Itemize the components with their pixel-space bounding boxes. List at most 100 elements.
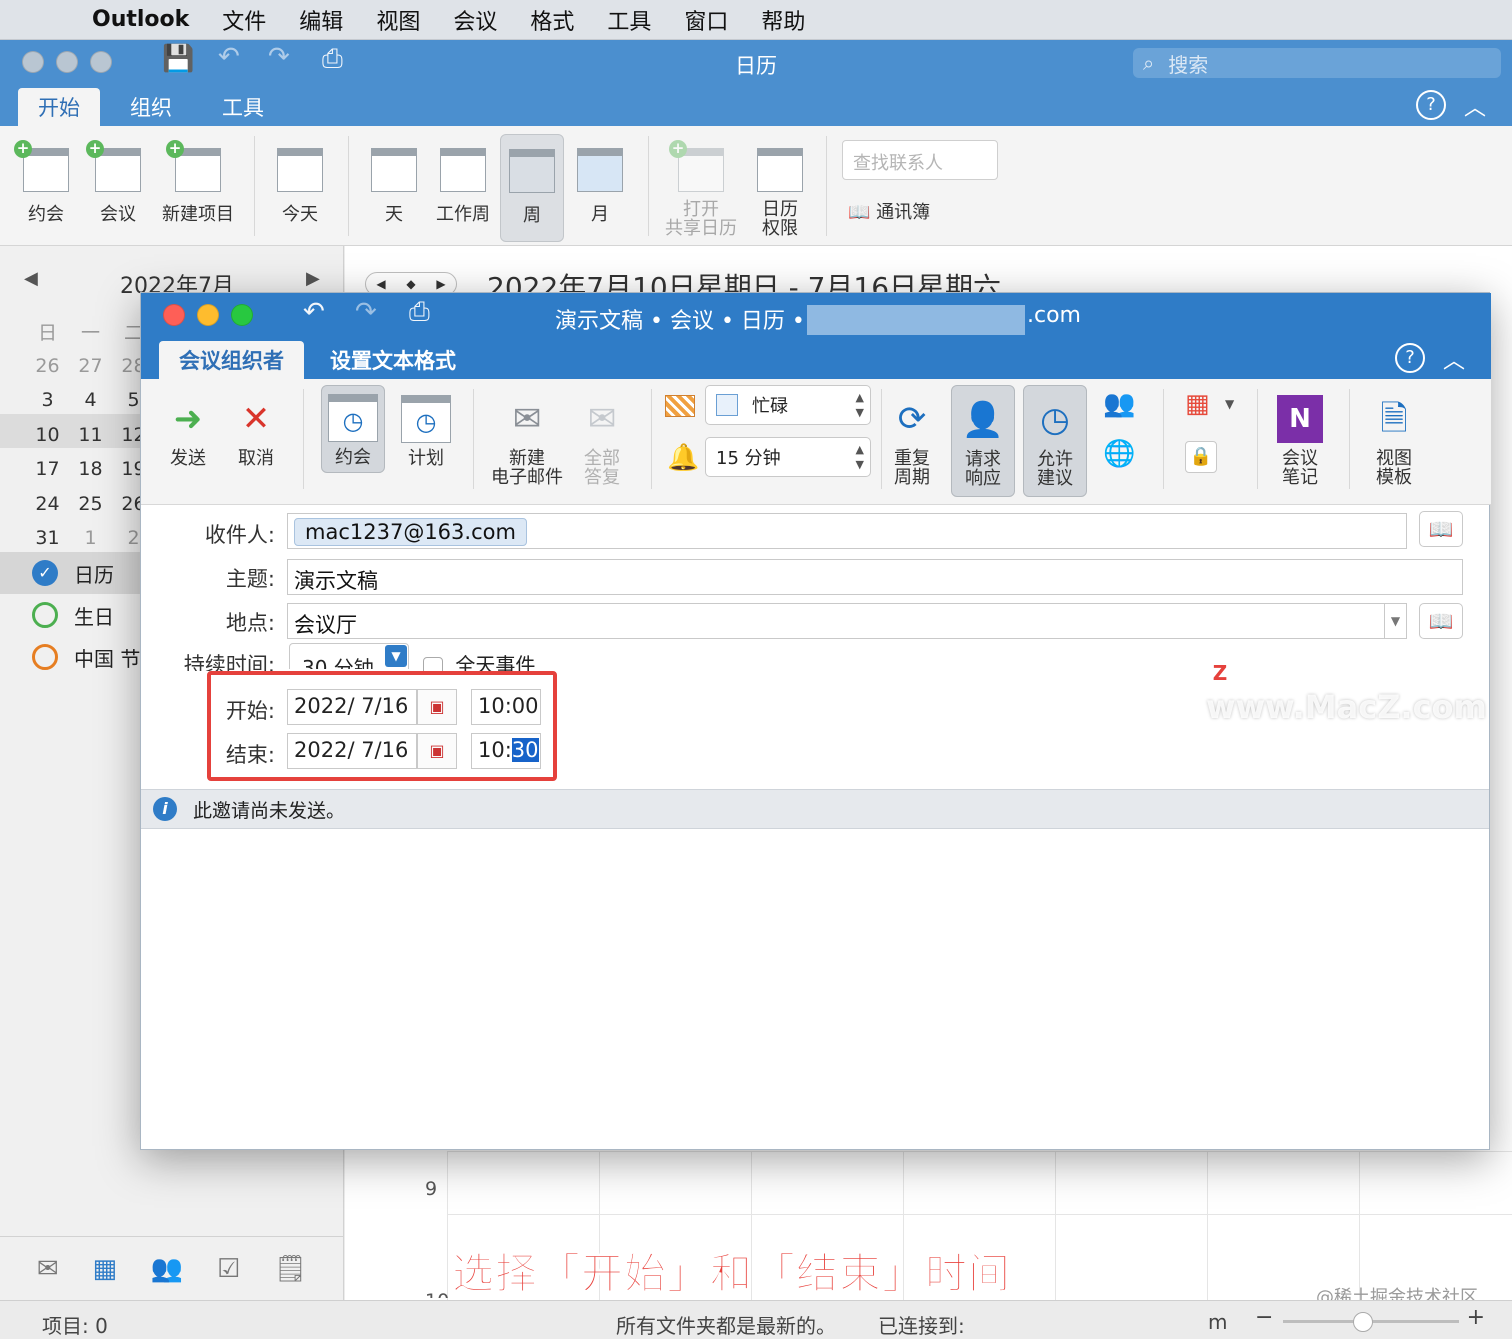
- next-month-icon[interactable]: ▶: [306, 268, 320, 289]
- mini-calendar-day[interactable]: 11: [69, 424, 112, 446]
- mini-calendar-day[interactable]: 25: [69, 493, 112, 515]
- all-day-checkbox[interactable]: [423, 656, 443, 671]
- new-meeting-button[interactable]: + 会议: [86, 140, 146, 226]
- location-field[interactable]: 会议厅 ▼: [287, 603, 1407, 639]
- collapse-ribbon-icon[interactable]: ︿: [1443, 343, 1465, 375]
- mini-calendar-day[interactable]: 10: [26, 424, 69, 446]
- schedule-button[interactable]: ◷ 计划: [397, 395, 455, 468]
- previous-week-icon[interactable]: ◀: [376, 277, 385, 291]
- private-lock-icon[interactable]: 🔒: [1185, 441, 1217, 473]
- help-icon[interactable]: ?: [1395, 343, 1425, 373]
- to-field[interactable]: mac1237@163.com: [287, 513, 1407, 549]
- stepper-icon[interactable]: ▲ ▼: [856, 442, 864, 472]
- zoom-slider[interactable]: − +: [1255, 1305, 1485, 1333]
- meeting-notes-button[interactable]: N 会议 笔记: [1271, 395, 1329, 487]
- notes-icon[interactable]: 🗒: [274, 1254, 307, 1284]
- undo-icon[interactable]: ↶: [303, 297, 325, 327]
- mini-calendar-day[interactable]: 1: [69, 527, 112, 549]
- menu-window[interactable]: 窗口: [684, 4, 728, 36]
- month-view-button[interactable]: 月: [572, 148, 628, 226]
- tab-tools[interactable]: 工具: [202, 88, 284, 126]
- send-button[interactable]: ➜ 发送: [159, 395, 217, 468]
- reminder-select[interactable]: 15 分钟 ▲ ▼: [705, 437, 871, 477]
- mini-calendar-day[interactable]: 27: [69, 355, 112, 377]
- menu-meeting[interactable]: 会议: [453, 4, 497, 36]
- mini-calendar-day[interactable]: 24: [26, 493, 69, 515]
- menu-file[interactable]: 文件: [222, 4, 266, 36]
- show-as-select[interactable]: 忙碌 ▲ ▼: [705, 385, 871, 425]
- zoom-in-icon[interactable]: +: [1467, 1305, 1485, 1330]
- menu-app-name[interactable]: Outlook: [92, 7, 189, 32]
- work-week-view-button[interactable]: 工作周: [430, 148, 496, 226]
- new-email-button[interactable]: ✉ 新建 电子邮件: [487, 395, 567, 487]
- mini-calendar-day[interactable]: 3: [26, 389, 69, 411]
- minimize-dialog-button[interactable]: [197, 304, 219, 326]
- calendar-icon[interactable]: ▦: [92, 1254, 117, 1284]
- zoom-dialog-button[interactable]: [231, 304, 253, 326]
- close-dialog-button[interactable]: [163, 304, 185, 326]
- reply-all-button[interactable]: ✉ 全部 答复: [573, 395, 631, 487]
- next-week-icon[interactable]: ▶: [436, 277, 445, 291]
- menu-tools[interactable]: 工具: [607, 4, 651, 36]
- mail-icon[interactable]: ✉: [37, 1254, 59, 1284]
- tasks-icon[interactable]: ☑: [217, 1254, 240, 1284]
- mini-calendar-day[interactable]: 31: [26, 527, 69, 549]
- allow-new-time-proposals-button[interactable]: ◷ 允许 建议: [1023, 385, 1087, 497]
- cancel-meeting-button[interactable]: ✕ 取消: [227, 395, 285, 468]
- mini-calendar-day[interactable]: 18: [69, 458, 112, 480]
- tab-organize[interactable]: 组织: [110, 88, 192, 126]
- recipient-token[interactable]: mac1237@163.com: [294, 518, 527, 546]
- mini-calendar-weeks: 26 27 28 3 4 5 10 11 12 17 18 19 24 25 26 31 1 2: [26, 349, 155, 556]
- today-dot-icon[interactable]: ◆: [406, 277, 415, 291]
- search-box[interactable]: ⌕ 搜索: [1133, 48, 1501, 78]
- menu-format[interactable]: 格式: [530, 4, 574, 36]
- find-contact-input[interactable]: 查找联系人: [842, 140, 998, 180]
- checkmark-icon[interactable]: ✓: [32, 560, 58, 586]
- recurrence-button[interactable]: ⟳ 重复 周期: [883, 395, 941, 487]
- help-icon[interactable]: ?: [1416, 90, 1446, 120]
- calendar-checkbox-icon[interactable]: [32, 644, 58, 670]
- new-appointment-button[interactable]: + 约会: [14, 140, 74, 226]
- tab-format-text[interactable]: 设置文本格式: [310, 341, 476, 379]
- tab-meeting-organizer[interactable]: 会议组织者: [159, 341, 304, 379]
- attendee-check-icon[interactable]: 👥: [1103, 389, 1135, 419]
- zoom-knob[interactable]: [1353, 1312, 1373, 1332]
- chevron-down-icon[interactable]: ▼: [385, 645, 407, 667]
- message-body[interactable]: [141, 829, 1489, 1149]
- open-shared-calendar-button[interactable]: + 打开 共享日历: [660, 140, 742, 239]
- calendar-checkbox-icon[interactable]: [32, 602, 58, 628]
- room-finder-icon[interactable]: 📖: [1419, 603, 1463, 639]
- redo-icon[interactable]: ↷: [355, 297, 377, 327]
- all-day-event[interactable]: 全天事件: [423, 649, 535, 671]
- print-icon[interactable]: ⎙: [409, 297, 430, 328]
- categorize-icon[interactable]: ▦: [1185, 389, 1210, 419]
- time-zone-icon[interactable]: 🌐: [1103, 439, 1135, 469]
- chevron-down-icon[interactable]: ▼: [1384, 604, 1406, 638]
- week-view-button[interactable]: 周: [500, 134, 564, 242]
- request-responses-button[interactable]: 👤 请求 响应: [951, 385, 1015, 497]
- day-view-button[interactable]: 天: [366, 148, 422, 226]
- previous-month-icon[interactable]: ◀: [24, 268, 38, 289]
- dialog-window-controls: [163, 304, 253, 326]
- calendar-permissions-button[interactable]: 日历 权限: [752, 148, 808, 238]
- menu-help[interactable]: 帮助: [761, 4, 805, 36]
- address-book-button[interactable]: 📖 通讯簿: [848, 198, 958, 224]
- menu-view[interactable]: 视图: [376, 4, 420, 36]
- menu-edit[interactable]: 编辑: [299, 4, 343, 36]
- tab-home[interactable]: 开始: [18, 88, 100, 126]
- new-item-button[interactable]: + 新建项目: [158, 140, 238, 226]
- address-book-icon[interactable]: 📖: [1419, 511, 1463, 547]
- collapse-ribbon-icon[interactable]: ︿: [1464, 90, 1486, 122]
- mini-calendar-day[interactable]: 26: [26, 355, 69, 377]
- mini-calendar-day[interactable]: 17: [26, 458, 69, 480]
- stepper-icon[interactable]: ▲ ▼: [856, 390, 864, 420]
- chevron-down-icon[interactable]: ▼: [1225, 397, 1234, 411]
- subject-field[interactable]: 演示文稿: [287, 559, 1463, 595]
- today-button[interactable]: 今天: [272, 148, 328, 226]
- view-templates-button[interactable]: 🗎 视图 模板: [1365, 395, 1423, 487]
- appointment-button[interactable]: ◷ 约会: [321, 385, 385, 473]
- mini-calendar-day[interactable]: 4: [69, 389, 112, 411]
- duration-select[interactable]: 30 分钟 ▼: [289, 643, 409, 669]
- people-icon[interactable]: 👥: [151, 1254, 183, 1284]
- zoom-out-icon[interactable]: −: [1255, 1305, 1273, 1330]
